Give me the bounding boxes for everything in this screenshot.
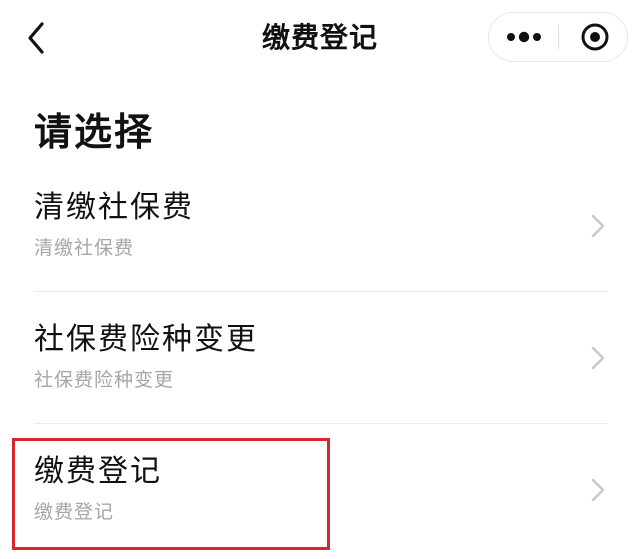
chevron-right-icon (591, 346, 605, 370)
list-item-payment-registration[interactable]: 缴费登记 缴费登记 (0, 424, 640, 556)
more-button[interactable] (489, 13, 558, 61)
chevron-right-icon (591, 214, 605, 238)
list-item-insurance-change[interactable]: 社保费险种变更 社保费险种变更 (0, 292, 640, 424)
list-item-subtitle: 社保费险种变更 (34, 369, 175, 391)
list-item-clear-payment[interactable]: 清缴社保费 清缴社保费 (0, 160, 640, 292)
section-heading: 请选择 (34, 110, 155, 154)
capsule-menu (488, 12, 628, 62)
close-button[interactable] (559, 13, 627, 61)
more-dots-icon (507, 31, 541, 43)
list-item-title: 清缴社保费 (34, 190, 194, 225)
mini-program-page: 缴费登记 请选择 清缴社保费 清缴社保费 社保费险种变更 社保费险种变更 缴费登… (0, 0, 640, 559)
list-item-subtitle: 清缴社保费 (34, 237, 135, 259)
list-item-subtitle: 缴费登记 (34, 501, 115, 523)
list-item-title: 缴费登记 (34, 454, 162, 489)
target-circle-icon (581, 23, 609, 51)
top-navigation-bar: 缴费登记 (0, 0, 640, 76)
chevron-right-icon (591, 478, 605, 502)
list-item-title: 社保费险种变更 (34, 322, 258, 357)
option-list: 清缴社保费 清缴社保费 社保费险种变更 社保费险种变更 缴费登记 缴费登记 (0, 160, 640, 556)
